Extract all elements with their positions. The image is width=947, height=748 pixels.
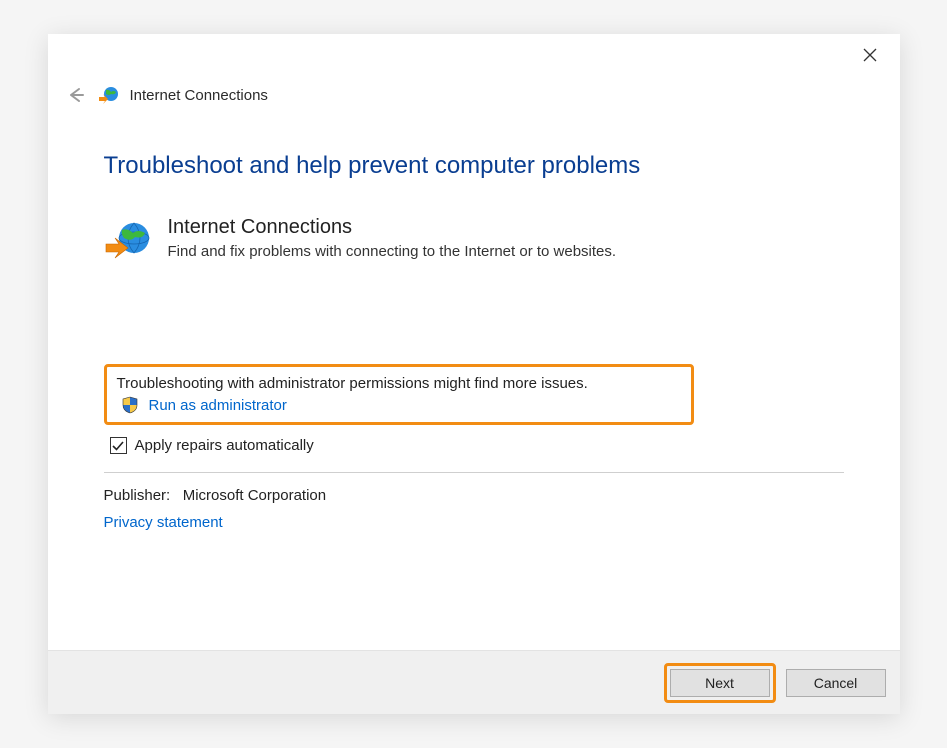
apply-repairs-checkbox[interactable] bbox=[110, 437, 127, 454]
header-row: Internet Connections bbox=[48, 76, 900, 108]
header-app-icon bbox=[98, 84, 120, 106]
publisher-row: Publisher: Microsoft Corporation bbox=[104, 487, 844, 504]
admin-link-row: Run as administrator bbox=[117, 396, 681, 414]
divider bbox=[104, 472, 844, 473]
titlebar bbox=[48, 34, 900, 76]
publisher-label: Publisher: bbox=[104, 487, 171, 504]
back-button[interactable] bbox=[62, 82, 88, 108]
internet-connections-large-icon bbox=[104, 216, 152, 264]
admin-permissions-box: Troubleshooting with administrator permi… bbox=[104, 364, 694, 425]
troubleshooter-text: Internet Connections Find and fix proble… bbox=[168, 216, 617, 264]
next-button[interactable]: Next bbox=[670, 669, 770, 697]
next-highlight: Next bbox=[664, 663, 776, 703]
close-button[interactable] bbox=[858, 43, 882, 67]
troubleshooter-description: Find and fix problems with connecting to… bbox=[168, 243, 617, 260]
header-title: Internet Connections bbox=[130, 87, 268, 104]
apply-repairs-label: Apply repairs automatically bbox=[135, 437, 314, 454]
content-area: Troubleshoot and help prevent computer p… bbox=[48, 108, 900, 650]
internet-connections-icon bbox=[98, 84, 120, 106]
troubleshooter-window: Internet Connections Troubleshoot and he… bbox=[48, 34, 900, 714]
troubleshooter-icon bbox=[104, 216, 152, 264]
back-arrow-icon bbox=[65, 85, 85, 105]
check-icon bbox=[112, 440, 124, 452]
troubleshooter-title: Internet Connections bbox=[168, 216, 617, 239]
apply-repairs-row: Apply repairs automatically bbox=[104, 437, 844, 454]
shield-icon bbox=[121, 396, 139, 414]
privacy-statement-link[interactable]: Privacy statement bbox=[104, 514, 844, 531]
main-heading: Troubleshoot and help prevent computer p… bbox=[104, 152, 844, 180]
admin-message: Troubleshooting with administrator permi… bbox=[117, 375, 681, 392]
run-as-admin-link[interactable]: Run as administrator bbox=[149, 397, 287, 414]
publisher-value: Microsoft Corporation bbox=[183, 487, 326, 504]
close-icon bbox=[863, 48, 877, 62]
cancel-button[interactable]: Cancel bbox=[786, 669, 886, 697]
button-bar: Next Cancel bbox=[48, 650, 900, 714]
troubleshooter-block: Internet Connections Find and fix proble… bbox=[104, 216, 844, 264]
